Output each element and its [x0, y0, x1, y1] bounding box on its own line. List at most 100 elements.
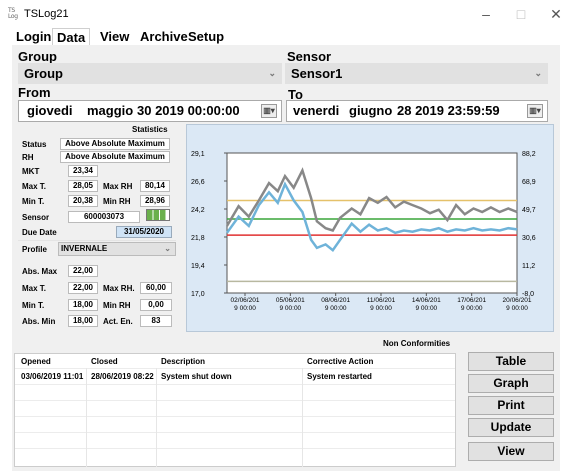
status-value: Above Absolute Maximum: [60, 138, 170, 150]
close-button[interactable]: ✕: [548, 6, 564, 22]
profile-maxrh-value: 60,00: [140, 282, 172, 294]
absmin-label: Abs. Min: [22, 317, 56, 326]
absmin-value: 18,00: [68, 315, 98, 327]
profile-maxt-label: Max T.: [22, 284, 47, 293]
x-tick-label: 9 00:00: [234, 305, 256, 312]
y-tick-right: 88,2: [522, 151, 536, 158]
plot-area: [226, 152, 518, 294]
y-tick-left: 29,1: [191, 151, 205, 158]
col-closed: Closed: [91, 357, 118, 366]
grid-line: [156, 368, 157, 467]
rh-value: Above Absolute Maximum: [60, 151, 170, 163]
grid-line: [15, 368, 455, 369]
profile-mint-label: Min T.: [22, 301, 45, 310]
x-tick-label: 9 00:00: [506, 305, 528, 312]
x-tick-label: 05/06/201: [276, 297, 305, 304]
absmax-value: 22,00: [68, 265, 98, 277]
battery-icon: [146, 209, 170, 221]
x-tick-label: 9 00:00: [415, 305, 437, 312]
minrh-value: 28,96: [140, 195, 170, 207]
col-opened: Opened: [21, 357, 51, 366]
col-description: Description: [161, 357, 206, 366]
table-button[interactable]: Table: [468, 352, 554, 371]
mint-label: Min T.: [22, 197, 45, 206]
to-day: venerdi: [293, 103, 340, 118]
absmax-label: Abs. Max: [22, 267, 58, 276]
temperature-humidity-chart: 29,1 26,6 24,2 21,8 19,4 17,0 88,2 68,9 49,7 30,6…: [191, 151, 536, 312]
x-tick-label: 9 00:00: [279, 305, 301, 312]
minrh-label: Min RH: [103, 197, 131, 206]
acten-label: Act. En.: [103, 317, 133, 326]
tab-bar: Login Data View Archive Setup: [12, 28, 572, 46]
to-datetime: 28 2019 23:59:59: [397, 103, 500, 118]
maxt-value: 28,05: [68, 180, 98, 192]
sensor-value: Sensor1: [291, 66, 343, 81]
col-corrective-action: Corrective Action: [307, 357, 374, 366]
mkt-label: MKT: [22, 167, 40, 176]
calendar-icon[interactable]: ▥▾: [261, 104, 277, 118]
cell-corrective-action[interactable]: System restarted: [307, 372, 372, 381]
y-tick-right: 11,2: [522, 263, 535, 270]
profile-select[interactable]: INVERNALE ⌄: [58, 242, 176, 256]
grid-line: [86, 368, 87, 467]
cell-closed[interactable]: 28/06/2019 08:22: [91, 372, 154, 381]
profile-maxt-value: 22,00: [68, 282, 98, 294]
y-tick-right: 68,9: [522, 179, 536, 186]
maxt-label: Max T.: [22, 182, 47, 191]
from-datepicker[interactable]: giovedi maggio 30 2019 00:00:00 ▥▾: [18, 100, 282, 122]
calendar-icon[interactable]: ▥▾: [527, 104, 543, 118]
sensor-select[interactable]: Sensor1 ⌄: [285, 63, 548, 84]
maximize-button[interactable]: □: [513, 6, 529, 22]
y-tick-left: 24,2: [191, 207, 205, 214]
y-tick-right: 30,6: [522, 235, 536, 242]
y-tick-left: 17,0: [191, 291, 205, 298]
from-day: giovedi: [27, 103, 73, 118]
group-select[interactable]: Group ⌄: [18, 63, 282, 84]
from-datetime: 30 2019 00:00:00: [137, 103, 240, 118]
x-tick-label: 08/06/201: [321, 297, 350, 304]
print-button[interactable]: Print: [468, 396, 554, 415]
to-datepicker[interactable]: venerdi giugno 28 2019 23:59:59 ▥▾: [286, 100, 548, 122]
sensor-label: Sensor: [287, 49, 332, 64]
group-value: Group: [24, 66, 63, 81]
graph-button[interactable]: Graph: [468, 374, 554, 393]
tab-login[interactable]: Login: [12, 28, 55, 46]
profile-value: INVERNALE: [61, 244, 108, 253]
tab-view[interactable]: View: [96, 28, 133, 46]
x-tick-label: 9 00:00: [461, 305, 483, 312]
sensor-id-label: Sensor: [22, 213, 50, 222]
tab-data[interactable]: Data: [52, 28, 91, 46]
chevron-down-icon: ⌄: [534, 68, 542, 78]
due-date-value: 31/05/2020: [116, 226, 172, 238]
sensor-id-value: 600003073: [68, 211, 140, 223]
y-tick-right: 49,7: [522, 207, 536, 214]
maxrh-label: Max RH: [103, 182, 133, 191]
from-label: From: [18, 85, 51, 100]
mint-value: 20,38: [68, 195, 98, 207]
chevron-down-icon: ⌄: [268, 68, 276, 78]
x-tick-label: 02/06/201: [231, 297, 260, 304]
profile-minrh-label: Min RH: [103, 301, 131, 310]
x-tick-label: 9 00:00: [325, 305, 347, 312]
view-button[interactable]: View: [468, 442, 554, 461]
due-date-label: Due Date: [22, 228, 57, 237]
chart-panel: 29,1 26,6 24,2 21,8 19,4 17,0 88,2 68,9 49,7 30,6…: [186, 124, 554, 332]
cell-opened[interactable]: 03/06/2019 11:01: [21, 372, 83, 381]
y-tick-left: 21,8: [191, 235, 205, 242]
tab-setup[interactable]: Setup: [184, 28, 228, 46]
cell-description[interactable]: System shut down: [161, 372, 232, 381]
update-button[interactable]: Update: [468, 418, 554, 437]
window-title: TSLog21: [24, 8, 69, 20]
from-month: maggio: [87, 103, 134, 118]
app-icon: TS Log: [8, 7, 18, 20]
x-tick-label: 20/06/201: [503, 297, 532, 304]
minimize-button[interactable]: –: [478, 6, 494, 22]
chevron-down-icon: ⌄: [164, 244, 171, 253]
nonconf-table: Opened Closed Description Corrective Act…: [14, 353, 456, 467]
acten-value: 83: [140, 315, 172, 327]
profile-label: Profile: [22, 245, 47, 254]
status-label: Status: [22, 140, 47, 149]
profile-mint-value: 18,00: [68, 299, 98, 311]
title-bar: TS Log TSLog21 – □ ✕: [0, 0, 572, 28]
y-tick-left: 26,6: [191, 179, 205, 186]
